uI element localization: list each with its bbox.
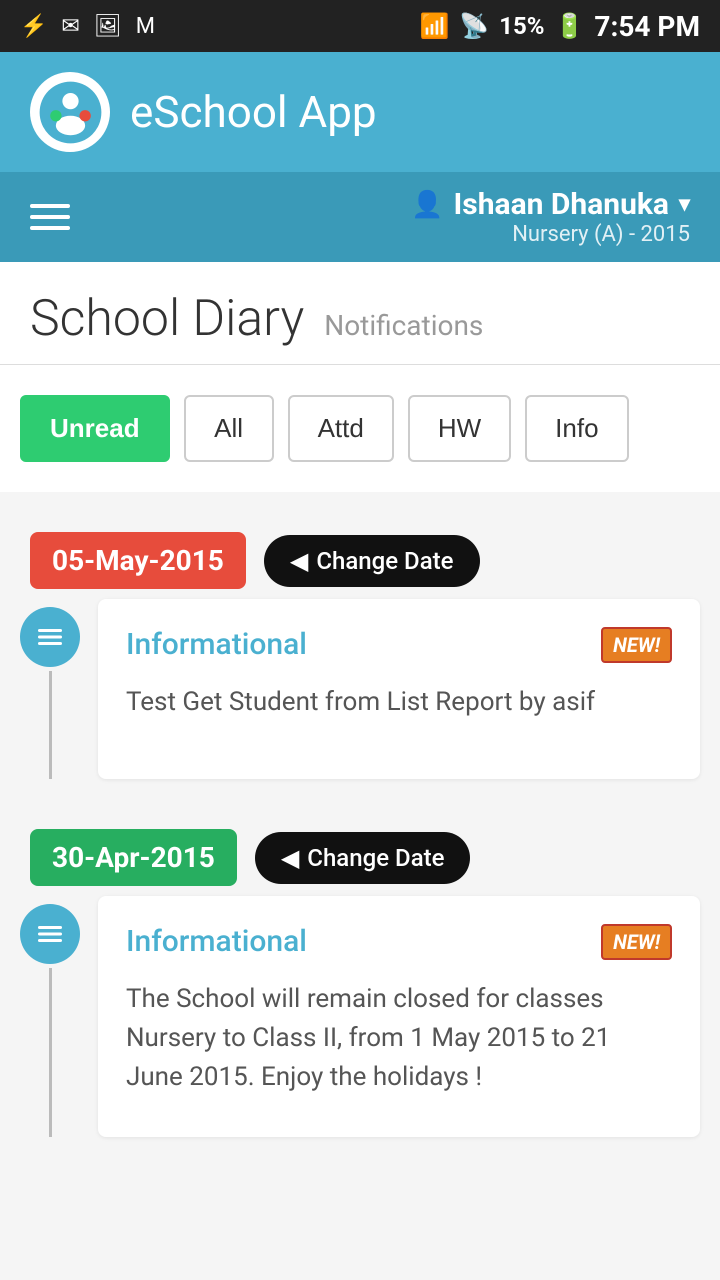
content-area: 05-May-2015 Change Date Informational NEW! T…: [0, 492, 720, 1187]
clock: 7:54 PM: [594, 10, 700, 43]
signal-icon: 📡: [459, 12, 489, 40]
user-bar: 👤 Ishaan Dhanuka ▾ Nursery (A) - 2015: [0, 172, 720, 262]
user-class: Nursery (A) - 2015: [512, 222, 690, 247]
app-header: eSchool App: [0, 52, 720, 172]
app-title: eSchool App: [130, 86, 377, 138]
page-title-bar: School Diary Notifications: [0, 262, 720, 365]
change-date-tooltip-1[interactable]: Change Date: [255, 832, 471, 884]
timeline-card-0: Informational NEW! Test Get Student from L…: [98, 599, 700, 779]
user-icon: 👤: [411, 190, 443, 220]
page-title: School Diary: [30, 290, 304, 348]
card-type-1: Informational: [126, 924, 307, 959]
page-subtitle: Notifications: [324, 309, 483, 342]
wifi-icon: 📶: [419, 12, 449, 40]
tab-hw[interactable]: HW: [408, 395, 511, 462]
change-date-tooltip-0[interactable]: Change Date: [264, 535, 480, 587]
date-row-0: 05-May-2015 Change Date: [0, 512, 720, 599]
gmail-icon: M: [136, 14, 155, 39]
timeline-dot-0: [20, 607, 80, 667]
timeline-left-0: [20, 599, 80, 779]
hamburger-menu[interactable]: [30, 197, 70, 237]
battery-icon: 🔋: [555, 12, 585, 40]
status-bar: ⚡ ✉ 🖼 M 📶 📡 15% 🔋 7:54 PM: [0, 0, 720, 52]
timeline-entry-0: Informational NEW! Test Get Student from L…: [0, 599, 720, 809]
card-body-0: Test Get Student from List Report by asi…: [126, 683, 672, 722]
battery-level: 15%: [499, 12, 544, 40]
status-icons-right: 📶 📡 15% 🔋 7:54 PM: [419, 10, 700, 43]
card-header-1: Informational NEW!: [126, 924, 672, 960]
filter-tabs: UnreadAllAttdHWInfo: [0, 365, 720, 492]
dropdown-arrow-icon: ▾: [679, 192, 690, 217]
tab-all[interactable]: All: [184, 395, 274, 462]
tab-unread[interactable]: Unread: [20, 395, 170, 462]
image-icon: 🖼: [94, 14, 122, 39]
date-badge-1: 30-Apr-2015: [30, 829, 237, 886]
timeline-card-1: Informational NEW! The School will remain …: [98, 896, 700, 1137]
new-badge-0: NEW!: [601, 627, 672, 663]
email-icon: ✉: [61, 14, 79, 39]
timeline-line-1: [49, 968, 52, 1137]
user-name: Ishaan Dhanuka: [454, 187, 669, 222]
timeline-entry-1: Informational NEW! The School will remain …: [0, 896, 720, 1167]
new-badge-1: NEW!: [601, 924, 672, 960]
usb-icon: ⚡: [20, 14, 47, 39]
timeline-dot-1: [20, 904, 80, 964]
user-info[interactable]: 👤 Ishaan Dhanuka ▾ Nursery (A) - 2015: [411, 187, 690, 247]
status-icons-left: ⚡ ✉ 🖼 M: [20, 14, 155, 39]
timeline-line-0: [49, 671, 52, 779]
date-row-1: 30-Apr-2015 Change Date: [0, 809, 720, 896]
card-header-0: Informational NEW!: [126, 627, 672, 663]
tab-attd[interactable]: Attd: [288, 395, 394, 462]
date-badge-0: 05-May-2015: [30, 532, 246, 589]
app-logo: [30, 72, 110, 152]
tab-info[interactable]: Info: [525, 395, 628, 462]
timeline-left-1: [20, 896, 80, 1137]
card-type-0: Informational: [126, 627, 307, 662]
card-body-1: The School will remain closed for classe…: [126, 980, 672, 1097]
